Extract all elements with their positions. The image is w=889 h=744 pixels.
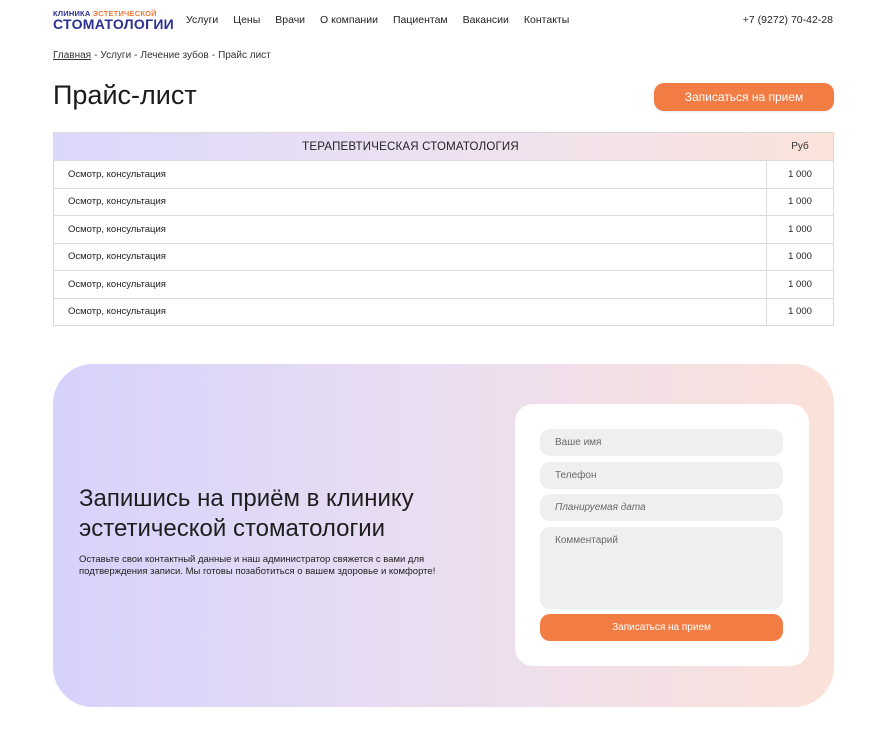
table-row: Осмотр, консультация 1 000 xyxy=(54,297,833,325)
booking-description: Оставьте свои контактный данные и наш ад… xyxy=(79,554,436,577)
main-nav: Услуги Цены Врачи О компании Пациентам В… xyxy=(186,14,584,26)
service-name: Осмотр, консультация xyxy=(54,188,767,215)
breadcrumb-separator: - xyxy=(211,50,216,61)
comment-textarea[interactable] xyxy=(540,527,783,609)
breadcrumb-services[interactable]: Услуги xyxy=(100,50,131,61)
phone-number[interactable]: +7 (9272) 70-42-28 xyxy=(743,14,833,26)
service-price: 1 000 xyxy=(788,278,812,290)
nav-item-vacancies[interactable]: Вакансии xyxy=(463,14,509,26)
site-header: КЛИНИКА ЭСТЕТИЧЕСКОЙ СТОМАТОЛОГИИ Услуги… xyxy=(0,0,889,40)
service-price: 1 000 xyxy=(788,251,812,263)
service-name: Осмотр, консультация xyxy=(54,243,767,270)
date-input[interactable] xyxy=(540,494,783,521)
book-appointment-button[interactable]: Записаться на прием xyxy=(654,83,834,111)
service-name: Осмотр, консультация xyxy=(54,161,767,188)
nav-item-doctors[interactable]: Врачи xyxy=(275,14,305,26)
nav-item-services[interactable]: Услуги xyxy=(186,14,218,26)
nav-item-about[interactable]: О компании xyxy=(320,14,378,26)
price-table: ТЕРАПЕВТИЧЕСКАЯ СТОМАТОЛОГИЯ Руб Осмотр,… xyxy=(53,132,834,326)
nav-item-contacts[interactable]: Контакты xyxy=(524,14,569,26)
price-column-header: Руб xyxy=(791,141,809,152)
section-title: ТЕРАПЕВТИЧЕСКАЯ СТОМАТОЛОГИЯ xyxy=(302,140,519,153)
booking-title: Запишись на приём в клинику эстетической… xyxy=(79,485,414,542)
page-title: Прайс-лист xyxy=(53,80,197,110)
breadcrumb-current: Прайс лист xyxy=(218,50,271,61)
breadcrumb-home[interactable]: Главная xyxy=(53,50,91,61)
booking-section: Запишись на приём в клинику эстетической… xyxy=(53,364,834,707)
table-row: Осмотр, консультация 1 000 xyxy=(54,242,833,270)
logo-word-dentistry: СТОМАТОЛОГИИ xyxy=(53,16,175,32)
table-row: Осмотр, консультация 1 000 xyxy=(54,187,833,215)
table-row: Осмотр, консультация 1 000 xyxy=(54,270,833,298)
service-name: Осмотр, консультация xyxy=(54,271,767,298)
clinic-logo[interactable]: КЛИНИКА ЭСТЕТИЧЕСКОЙ СТОМАТОЛОГИИ xyxy=(53,9,174,32)
service-name: Осмотр, консультация xyxy=(54,216,767,243)
name-input[interactable] xyxy=(540,429,783,456)
table-row: Осмотр, консультация 1 000 xyxy=(54,215,833,243)
breadcrumb-separator: - xyxy=(94,50,98,61)
service-price: 1 000 xyxy=(788,196,812,208)
service-name: Осмотр, консультация xyxy=(54,298,767,325)
breadcrumb-separator: - xyxy=(134,50,138,61)
nav-item-patients[interactable]: Пациентам xyxy=(393,14,448,26)
service-price: 1 000 xyxy=(788,306,812,318)
service-price: 1 000 xyxy=(788,223,812,235)
nav-item-prices[interactable]: Цены xyxy=(233,14,260,26)
form-submit-button[interactable]: Записаться на прием xyxy=(540,614,783,641)
booking-form: Записаться на прием xyxy=(515,404,809,666)
phone-input[interactable] xyxy=(540,462,783,489)
service-price: 1 000 xyxy=(788,168,812,180)
breadcrumb: Главная - Услуги - Лечение зубов - Прайс лист xyxy=(53,50,271,61)
table-row: Осмотр, консультация 1 000 xyxy=(54,160,833,188)
breadcrumb-treatment[interactable]: Лечение зубов xyxy=(141,50,209,61)
table-header: ТЕРАПЕВТИЧЕСКАЯ СТОМАТОЛОГИЯ Руб xyxy=(54,133,833,160)
